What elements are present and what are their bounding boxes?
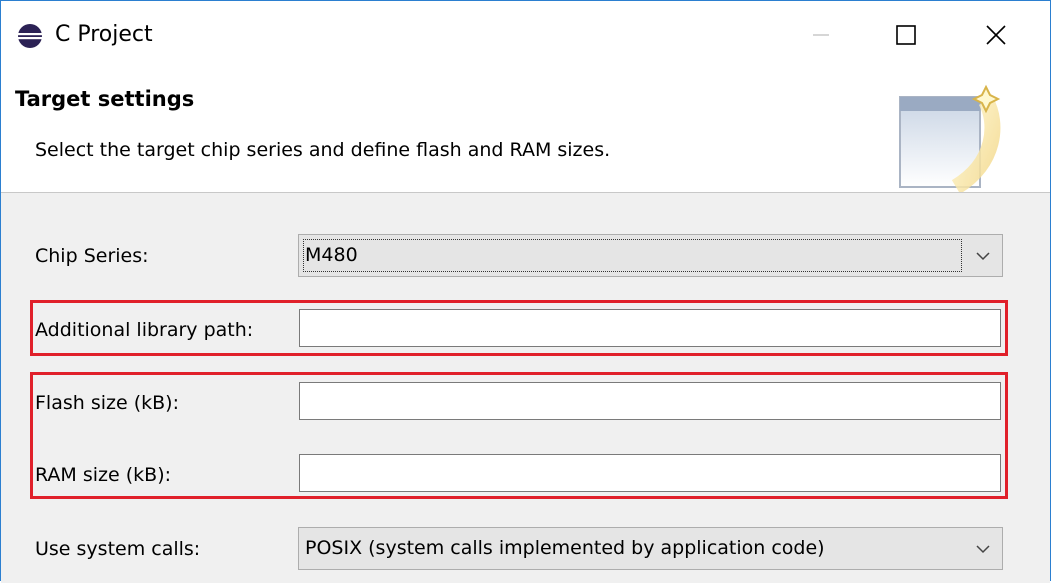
wizard-header: Target settings Select the target chip s… — [1, 69, 1050, 193]
chevron-down-icon[interactable] — [964, 528, 1002, 569]
minimize-button[interactable] — [781, 1, 861, 69]
chevron-down-icon[interactable] — [964, 235, 1002, 276]
focus-rect — [303, 239, 962, 272]
close-button[interactable] — [956, 1, 1036, 69]
highlight-box-memory-sizes — [30, 372, 1008, 499]
page-title: Target settings — [15, 87, 195, 111]
title-bar[interactable]: C Project — [1, 1, 1050, 69]
highlight-box-library-path — [30, 300, 1008, 356]
dialog-window: C Project Target settings Select the tar… — [0, 0, 1051, 583]
system-calls-label: Use system calls: — [35, 538, 201, 560]
wizard-banner-icon — [899, 84, 1001, 193]
minimize-icon — [813, 34, 829, 36]
chip-series-label: Chip Series: — [35, 245, 149, 267]
eclipse-icon — [18, 24, 42, 48]
chip-series-value: M480 — [305, 244, 358, 266]
system-calls-value: POSIX (system calls implemented by appli… — [305, 537, 825, 559]
chip-series-select[interactable]: M480 — [298, 234, 1003, 277]
maximize-button[interactable] — [866, 1, 946, 69]
close-icon — [986, 25, 1006, 45]
page-description: Select the target chip series and define… — [35, 139, 611, 161]
window-title: C Project — [55, 22, 153, 47]
maximize-icon — [896, 25, 916, 45]
system-calls-select[interactable]: POSIX (system calls implemented by appli… — [298, 527, 1003, 570]
